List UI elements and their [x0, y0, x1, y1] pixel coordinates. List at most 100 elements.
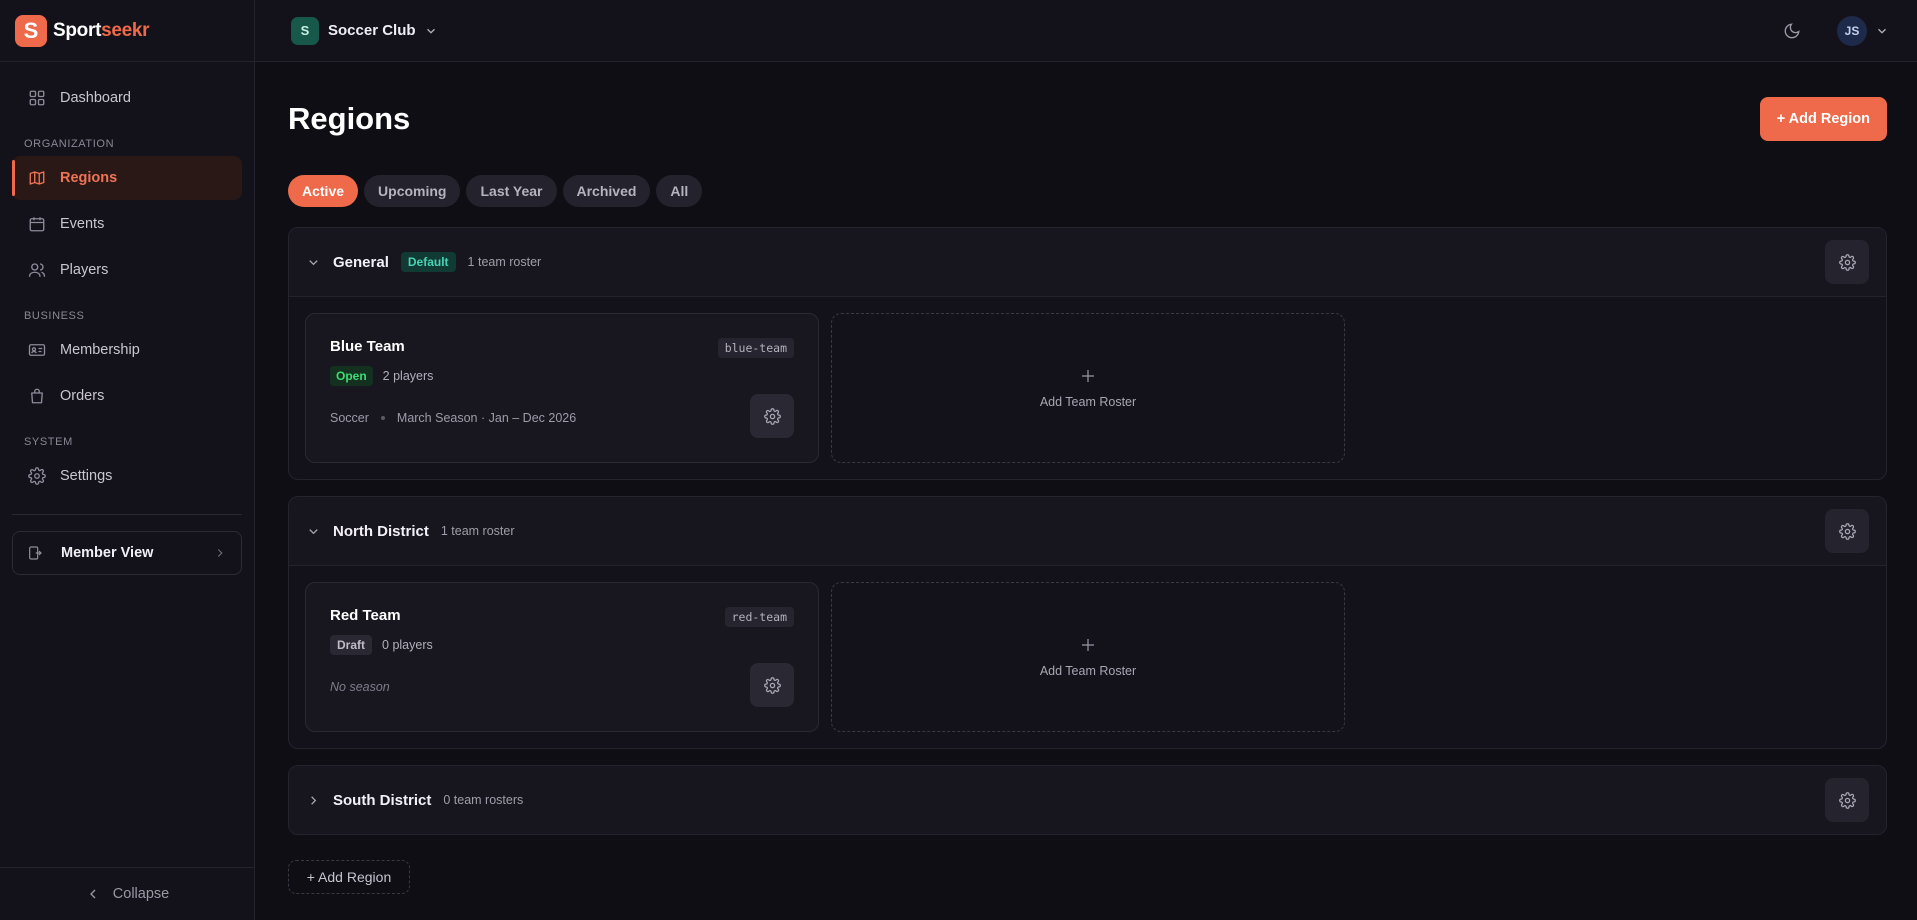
add-region-secondary-button[interactable]: + Add Region — [288, 860, 410, 894]
page-title: Regions — [288, 101, 411, 136]
add-team-roster-label: Add Team Roster — [1039, 395, 1137, 409]
grid-icon — [28, 89, 46, 107]
team-card[interactable]: Blue Team blue-team Open 2 players Socce… — [305, 313, 819, 463]
nav-section-title: BUSINESS — [24, 310, 85, 322]
chevron-down-icon[interactable] — [306, 524, 321, 539]
gear-icon — [1838, 522, 1856, 540]
brand-name: Sportseekr — [53, 19, 150, 41]
status-badge: Open — [330, 366, 373, 386]
sidebar-item-events[interactable]: Events — [12, 202, 242, 246]
team-card[interactable]: Red Team red-team Draft 0 players No sea… — [305, 582, 819, 732]
region-body: Blue Team blue-team Open 2 players Socce… — [289, 296, 1886, 479]
sidebar-item-label: Dashboard — [60, 90, 131, 106]
sidebar-item-settings[interactable]: Settings — [12, 454, 242, 498]
team-season-label: March Season · Jan – Dec 2026 — [396, 411, 577, 425]
team-season: Soccer March Season · Jan – Dec 2026 — [330, 411, 794, 425]
add-team-roster-button[interactable]: Add Team Roster — [831, 313, 1345, 463]
brand[interactable]: S Sportseekr — [0, 0, 254, 62]
sidebar-item-players[interactable]: Players — [12, 248, 242, 292]
main-area: S Soccer Club JS Regions + Add Region Ac… — [255, 0, 1917, 920]
team-settings-button[interactable] — [750, 394, 794, 438]
team-slug: blue-team — [717, 338, 794, 358]
chevron-left-icon — [85, 886, 101, 902]
org-switcher[interactable]: S Soccer Club — [291, 16, 438, 45]
player-count: 0 players — [382, 638, 433, 652]
region-roster-count: 1 team roster — [440, 524, 515, 538]
region-settings-button[interactable] — [1825, 778, 1869, 822]
sidebar-item-label: Regions — [60, 170, 118, 186]
region-name: General — [333, 253, 389, 271]
sidebar-item-label: Players — [60, 262, 109, 278]
team-season-label: No season — [330, 680, 390, 694]
region-roster-count: 0 team rosters — [443, 793, 524, 807]
sidebar-item-label: Orders — [60, 388, 105, 404]
team-settings-button[interactable] — [750, 663, 794, 707]
avatar[interactable]: JS — [1837, 15, 1867, 46]
region-name: South District — [333, 791, 432, 809]
add-team-roster-label: Add Team Roster — [1039, 664, 1137, 678]
moon-icon[interactable] — [1783, 22, 1801, 40]
collapse-label: Collapse — [112, 886, 170, 902]
region-south-district: South District 0 team rosters — [288, 765, 1887, 835]
region-header[interactable]: South District 0 team rosters — [289, 766, 1886, 834]
plus-icon — [1079, 636, 1097, 654]
nav-section-title: ORGANIZATION — [24, 138, 115, 150]
topbar: S Soccer Club JS — [255, 0, 1917, 62]
status-badge: Draft — [330, 635, 373, 655]
team-slug: red-team — [724, 607, 794, 627]
sidebar-item-label: Settings — [60, 468, 113, 484]
users-icon — [28, 261, 46, 279]
region-settings-button[interactable] — [1825, 240, 1869, 284]
tab-archived[interactable]: Archived — [562, 175, 651, 207]
collapse-sidebar-button[interactable]: Collapse — [0, 867, 254, 920]
sidebar-item-regions[interactable]: Regions — [12, 156, 242, 200]
org-badge: S — [291, 16, 319, 45]
chevron-right-icon — [213, 546, 227, 560]
sidebar-nav: Dashboard ORGANIZATION Regions Events Pl — [0, 62, 254, 500]
page-content: Regions + Add Region Active Upcoming Las… — [255, 62, 1917, 920]
team-meta: Open 2 players — [330, 366, 794, 386]
chevron-right-icon[interactable] — [306, 793, 321, 808]
player-count: 2 players — [382, 369, 434, 383]
org-name: Soccer Club — [328, 22, 416, 39]
region-header[interactable]: North District 1 team roster — [289, 497, 1886, 565]
tab-last-year[interactable]: Last Year — [466, 175, 557, 207]
separator-dot — [380, 416, 385, 420]
gear-icon — [763, 676, 781, 694]
gear-icon — [763, 407, 781, 425]
member-view-label: Member View — [61, 545, 154, 561]
region-general: General Default 1 team roster Blue Team … — [288, 227, 1887, 480]
sidebar-divider — [12, 514, 242, 515]
sidebar-item-membership[interactable]: Membership — [12, 328, 242, 372]
team-sport: Soccer — [330, 411, 369, 425]
shopping-bag-icon — [28, 387, 46, 405]
gear-icon — [28, 467, 46, 485]
sidebar-item-label: Events — [60, 216, 105, 232]
tab-upcoming[interactable]: Upcoming — [364, 175, 461, 207]
chevron-down-icon[interactable] — [1875, 24, 1889, 38]
region-settings-button[interactable] — [1825, 509, 1869, 553]
member-view-button[interactable]: Member View — [12, 531, 242, 575]
gear-icon — [1838, 253, 1856, 271]
chevron-down-icon — [424, 24, 438, 38]
brand-logo-icon: S — [15, 14, 47, 47]
sidebar-item-dashboard[interactable]: Dashboard — [12, 76, 242, 120]
add-team-roster-button[interactable]: Add Team Roster — [831, 582, 1345, 732]
team-meta: Draft 0 players — [330, 635, 794, 655]
topbar-actions: JS — [1783, 15, 1889, 46]
chevron-down-icon[interactable] — [306, 255, 321, 270]
add-region-button[interactable]: + Add Region — [1759, 97, 1887, 141]
region-header[interactable]: General Default 1 team roster — [289, 228, 1886, 296]
tab-active[interactable]: Active — [288, 175, 359, 207]
tab-all[interactable]: All — [656, 175, 703, 207]
app-root: S Sportseekr Dashboard ORGANIZATION Regi… — [0, 0, 1917, 920]
switch-view-icon — [27, 545, 43, 561]
gear-icon — [1838, 791, 1856, 809]
nav-section-title: SYSTEM — [24, 436, 73, 448]
region-body: Red Team red-team Draft 0 players No sea… — [289, 565, 1886, 748]
sidebar-item-label: Membership — [60, 342, 140, 358]
sidebar-item-orders[interactable]: Orders — [12, 374, 242, 418]
id-card-icon — [28, 341, 46, 359]
plus-icon — [1079, 367, 1097, 385]
team-season: No season — [330, 680, 794, 694]
